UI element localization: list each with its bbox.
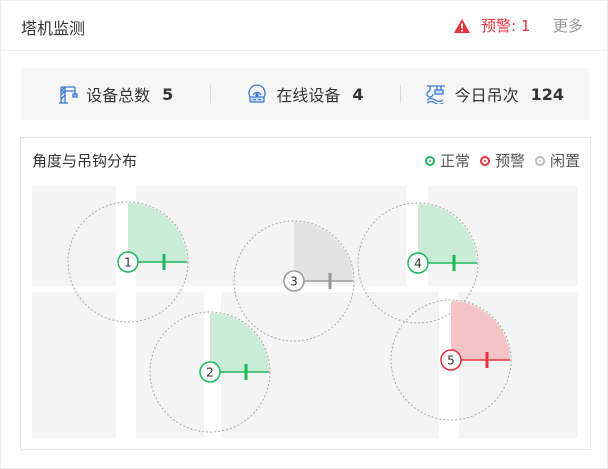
card-title: 塔机监测 xyxy=(21,19,86,38)
warning-dot-icon xyxy=(479,155,490,166)
angle-hook-panel: 1 2 3 4 5 角度与吊钩分布 正常 预警 闲置 xyxy=(20,137,591,450)
idle-dot-icon xyxy=(534,155,545,166)
crane-id-label: 5 xyxy=(447,354,455,368)
tower-crane-icon xyxy=(59,86,78,104)
more-link[interactable]: 更多 xyxy=(553,15,583,36)
stat-value: 124 xyxy=(530,84,565,104)
legend-warning: 预警 xyxy=(479,150,525,171)
site-block xyxy=(32,186,116,286)
warning-alert-link[interactable]: 预警: 1 xyxy=(453,15,530,36)
stat-label: 设备总数 xyxy=(86,86,151,105)
legend-label: 预警 xyxy=(494,152,525,170)
normal-dot-icon xyxy=(424,155,435,166)
legend-normal: 正常 xyxy=(424,150,470,171)
stat-label: 在线设备 xyxy=(276,86,341,105)
stats-bar: 设备总数 5 在线设备 4 今日吊次 124 xyxy=(21,68,589,120)
site-map: 1 2 3 4 5 xyxy=(32,186,578,438)
stat-total-devices: 设备总数 5 xyxy=(21,68,210,120)
crane-id-label: 4 xyxy=(414,257,422,271)
site-block xyxy=(32,292,116,438)
legend-label: 闲置 xyxy=(549,152,580,170)
online-device-icon xyxy=(248,84,267,103)
stat-today-lifts: 今日吊次 124 xyxy=(399,68,589,120)
status-legend: 正常 预警 闲置 xyxy=(415,150,580,171)
stat-value: 4 xyxy=(352,84,364,104)
hook-lift-icon xyxy=(425,85,445,104)
legend-idle: 闲置 xyxy=(534,150,580,171)
stat-label: 今日吊次 xyxy=(454,86,519,105)
warning-triangle-icon xyxy=(454,18,470,33)
stat-value: 5 xyxy=(162,84,174,104)
stat-online-devices: 在线设备 4 xyxy=(210,68,399,120)
crane-id-label: 1 xyxy=(124,256,132,270)
card-header: 塔机监测 预警: 1 更多 xyxy=(1,1,607,51)
panel-title: 角度与吊钩分布 xyxy=(32,152,138,170)
crane-id-label: 2 xyxy=(206,366,214,380)
warning-count-label: 预警: 1 xyxy=(481,17,531,35)
legend-label: 正常 xyxy=(439,152,470,170)
tower-crane-monitor-card: 塔机监测 预警: 1 更多 设备总数 5 在线设备 4 今日吊次 124 1 2… xyxy=(0,0,608,469)
crane-id-label: 3 xyxy=(290,275,298,289)
